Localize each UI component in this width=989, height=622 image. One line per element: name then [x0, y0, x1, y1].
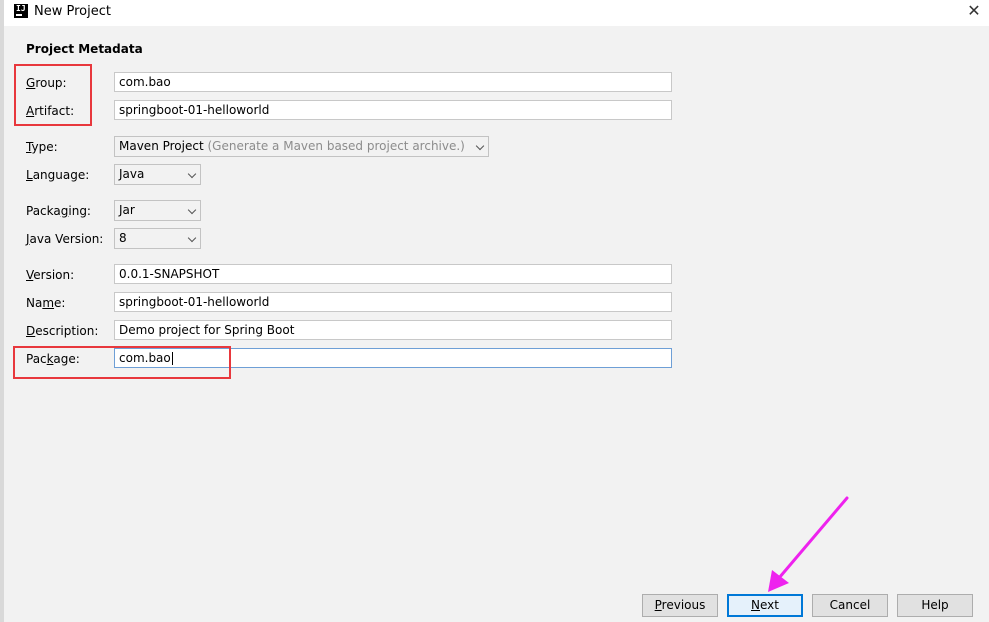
annotation-arrow-icon	[768, 496, 849, 592]
